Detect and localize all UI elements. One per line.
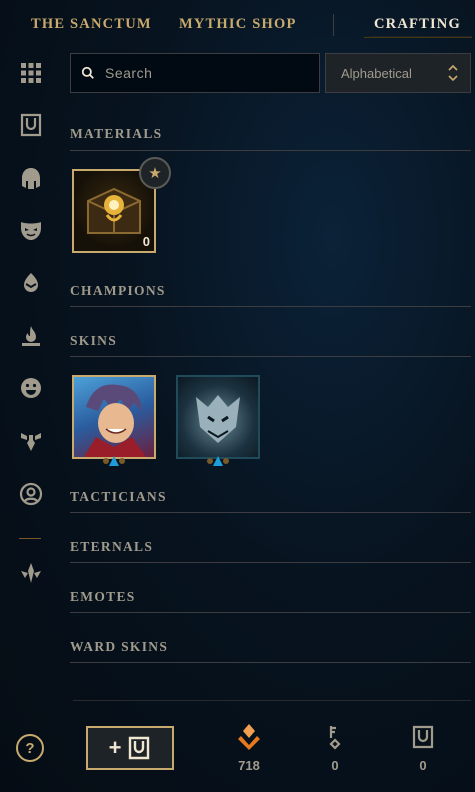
mask-icon[interactable] xyxy=(18,217,44,243)
profile-icon[interactable] xyxy=(18,481,44,507)
star-icon: ★ xyxy=(139,157,171,189)
section-title-eternals: ETERNALS xyxy=(70,539,154,554)
sort-selected-value: Alphabetical xyxy=(341,65,412,81)
key-icon xyxy=(329,726,341,750)
active-tab-indicator xyxy=(364,36,472,38)
section-materials: MATERIALS xyxy=(70,126,471,151)
chest-icon xyxy=(412,725,434,749)
essence-icon xyxy=(238,724,260,750)
section-skins: SKINS xyxy=(70,333,471,357)
footer-divider xyxy=(73,700,471,701)
section-ward-skins: WARD SKINS xyxy=(70,639,471,663)
skin-tier-icon xyxy=(103,456,125,466)
chest-icon xyxy=(129,736,150,760)
smiley-icon[interactable] xyxy=(18,375,44,401)
egg-icon[interactable] xyxy=(18,270,44,296)
ward-icon[interactable] xyxy=(18,428,44,454)
section-title-champions: CHAMPIONS xyxy=(70,283,166,298)
category-sidebar xyxy=(0,50,60,792)
section-title-ward-skins: WARD SKINS xyxy=(70,639,169,654)
sidebar-divider xyxy=(19,538,41,539)
search-box[interactable] xyxy=(70,53,320,93)
blue-essence-counter: 718 xyxy=(229,724,269,773)
section-tacticians: TACTICIANS xyxy=(70,489,471,513)
material-count: 0 xyxy=(142,234,150,249)
section-champions: CHAMPIONS xyxy=(70,283,471,307)
skin-tier-icon xyxy=(207,456,229,466)
skin-tile-1[interactable] xyxy=(72,375,156,459)
chests-counter: 0 xyxy=(403,724,443,773)
helmet-icon[interactable] xyxy=(18,165,44,191)
section-title-skins: SKINS xyxy=(70,333,118,348)
skin-tile-2[interactable] xyxy=(176,375,260,459)
top-nav: THE SANCTUM MYTHIC SHOP CRAFTING xyxy=(0,0,475,48)
section-eternals: ETERNALS xyxy=(70,539,471,563)
tab-crafting[interactable]: CRAFTING xyxy=(374,16,461,33)
search-input[interactable] xyxy=(105,65,305,81)
sort-dropdown[interactable]: Alphabetical xyxy=(325,53,471,93)
chests-value: 0 xyxy=(419,758,427,773)
tab-mythic-shop[interactable]: MYTHIC SHOP xyxy=(179,16,297,33)
search-icon xyxy=(81,66,94,79)
section-title-materials: MATERIALS xyxy=(70,126,163,141)
tft-icon[interactable] xyxy=(18,560,44,586)
keys-counter: 0 xyxy=(315,724,355,773)
nav-divider xyxy=(333,14,334,36)
flame-icon[interactable] xyxy=(18,323,44,349)
tab-the-sanctum[interactable]: THE SANCTUM xyxy=(31,16,152,33)
keys-value: 0 xyxy=(331,758,339,773)
section-title-emotes: EMOTES xyxy=(70,589,136,604)
champion-portrait-icon xyxy=(84,384,146,457)
section-title-tacticians: TACTICIANS xyxy=(70,489,167,504)
add-chest-button[interactable]: + xyxy=(86,726,174,770)
help-button[interactable]: ? xyxy=(16,734,44,762)
essence-value: 718 xyxy=(238,758,260,773)
help-label: ? xyxy=(25,739,35,757)
chest-icon[interactable] xyxy=(18,112,44,138)
section-emotes: EMOTES xyxy=(70,589,471,613)
sort-arrows-icon xyxy=(448,64,458,85)
add-label: + xyxy=(108,735,122,760)
champion-portrait-icon xyxy=(196,395,240,443)
grid-icon[interactable] xyxy=(18,60,44,86)
